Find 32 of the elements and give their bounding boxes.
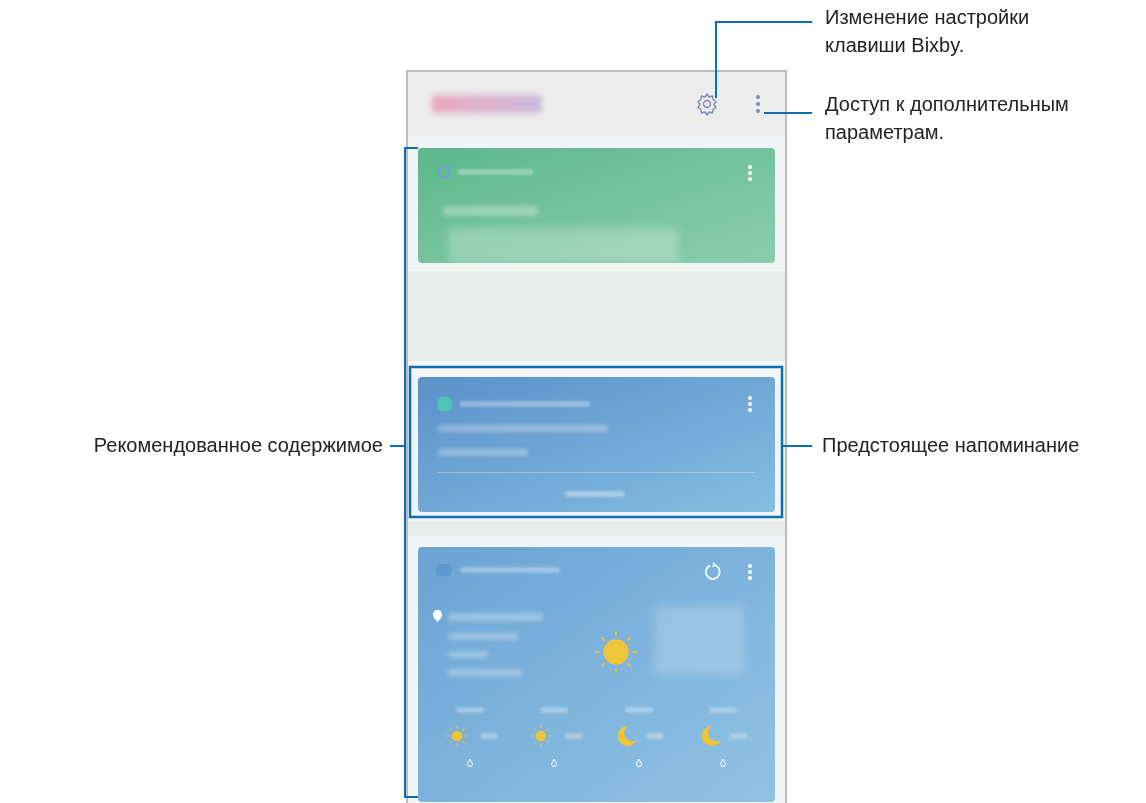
raindrop-icon (551, 759, 558, 768)
leader-line (782, 445, 813, 447)
location-pin-icon (433, 610, 442, 622)
blurred-text (624, 707, 653, 713)
more-icon[interactable] (747, 395, 753, 413)
callout-text: Изменение настройки клавиши Bixby. (825, 5, 1031, 58)
settings-icon[interactable] (695, 92, 719, 116)
refresh-icon[interactable] (703, 562, 723, 582)
blurred-text (540, 707, 569, 713)
schedule-card[interactable] (418, 148, 775, 263)
blurred-text (645, 733, 664, 739)
blurred-button[interactable] (565, 491, 625, 497)
blurred-text (708, 707, 737, 713)
more-icon[interactable] (747, 563, 753, 581)
raindrop-icon (467, 759, 474, 768)
leader-line (763, 112, 813, 114)
weather-card[interactable] (418, 547, 775, 802)
callout-text: Доступ к дополнительным параметрам. (825, 92, 1070, 145)
sun-icon (593, 629, 639, 675)
callout-text: Предстоящее напоминание (822, 433, 1081, 458)
blurred-text (564, 733, 583, 739)
more-icon[interactable] (747, 164, 753, 182)
callout-text: Рекомендованное содержимое (92, 433, 384, 458)
raindrop-icon (719, 759, 726, 768)
blurred-text (456, 707, 485, 713)
raindrop-icon (635, 759, 642, 768)
blurred-text (448, 633, 518, 640)
blurred-text (448, 651, 488, 658)
blurred-text (729, 733, 748, 739)
more-icon[interactable] (755, 94, 761, 114)
reminder-card[interactable] (418, 377, 775, 512)
blurred-text (480, 733, 499, 739)
